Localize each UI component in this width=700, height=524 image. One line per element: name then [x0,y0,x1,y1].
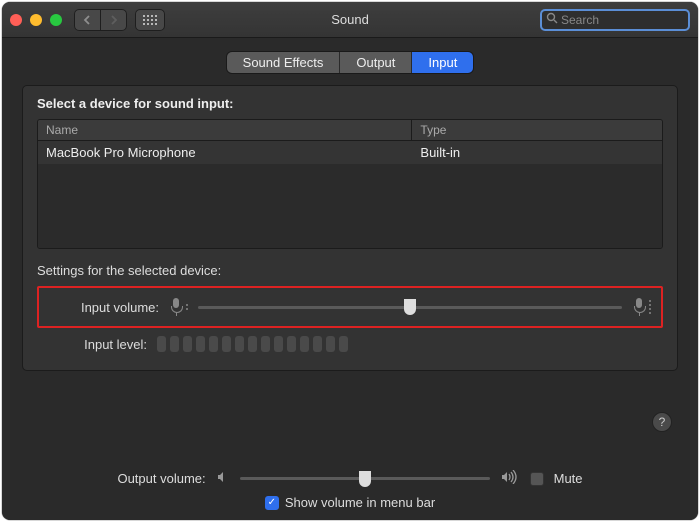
input-volume-slider[interactable] [198,299,622,315]
output-slider-thumb[interactable] [359,471,371,487]
search-field[interactable]: Search [540,9,690,31]
input-panel: Select a device for sound input: Name Ty… [22,85,678,371]
input-volume-row: Input volume: [49,298,651,316]
search-placeholder: Search [561,13,599,27]
column-type[interactable]: Type [412,120,662,140]
settings-for-device-label: Settings for the selected device: [37,263,663,278]
close-button[interactable] [10,14,22,26]
device-type-cell: Built-in [412,141,662,164]
back-button[interactable] [74,9,100,31]
sound-preferences-window: Sound Search Sound Effects Output Input … [2,2,698,520]
show-in-menubar-checkbox[interactable]: ✓ [265,496,279,510]
tab-sound-effects[interactable]: Sound Effects [227,52,341,73]
table-empty-area [38,164,662,248]
mic-low-dots [186,304,188,310]
search-icon [546,12,558,27]
content-area: Sound Effects Output Input Select a devi… [2,38,698,371]
show-all-button[interactable] [135,9,165,31]
titlebar: Sound Search [2,2,698,38]
window-title: Sound [331,12,369,27]
zoom-button[interactable] [50,14,62,26]
show-in-menubar-row: ✓ Show volume in menu bar [32,495,668,510]
mute-label: Mute [554,471,583,486]
tab-input[interactable]: Input [412,52,473,73]
help-button[interactable]: ? [652,412,672,432]
forward-button[interactable] [101,9,127,31]
device-name-cell: MacBook Pro Microphone [38,141,412,164]
mute-checkbox[interactable] [530,472,544,486]
select-device-label: Select a device for sound input: [37,96,663,111]
input-level-meter [157,336,348,352]
mic-high-dots [649,300,651,314]
sound-tabs: Sound Effects Output Input [22,52,678,73]
input-level-row: Input level: [37,336,663,352]
table-row[interactable]: MacBook Pro Microphone Built-in [38,141,662,164]
input-device-table: Name Type MacBook Pro Microphone Built-i… [37,119,663,249]
grid-icon [143,15,157,25]
speaker-low-icon [216,470,230,487]
input-volume-highlight: Input volume: [37,286,663,328]
mic-high-icon [632,298,646,316]
slider-thumb[interactable] [404,299,416,315]
output-volume-row: Output volume: Mute [32,470,668,487]
input-volume-label: Input volume: [49,300,159,315]
output-volume-label: Output volume: [117,471,205,486]
input-level-label: Input level: [37,337,147,352]
minimize-button[interactable] [30,14,42,26]
mic-low-icon [169,298,183,316]
window-controls [10,14,62,26]
nav-back-forward [74,9,127,31]
show-in-menubar-label: Show volume in menu bar [285,495,435,510]
column-name[interactable]: Name [38,120,412,140]
table-header: Name Type [38,120,662,141]
output-volume-slider[interactable] [240,471,490,487]
speaker-high-icon [500,470,520,487]
tab-output[interactable]: Output [340,52,412,73]
bottom-controls: Output volume: Mute ✓ Show volume in men… [2,470,698,510]
